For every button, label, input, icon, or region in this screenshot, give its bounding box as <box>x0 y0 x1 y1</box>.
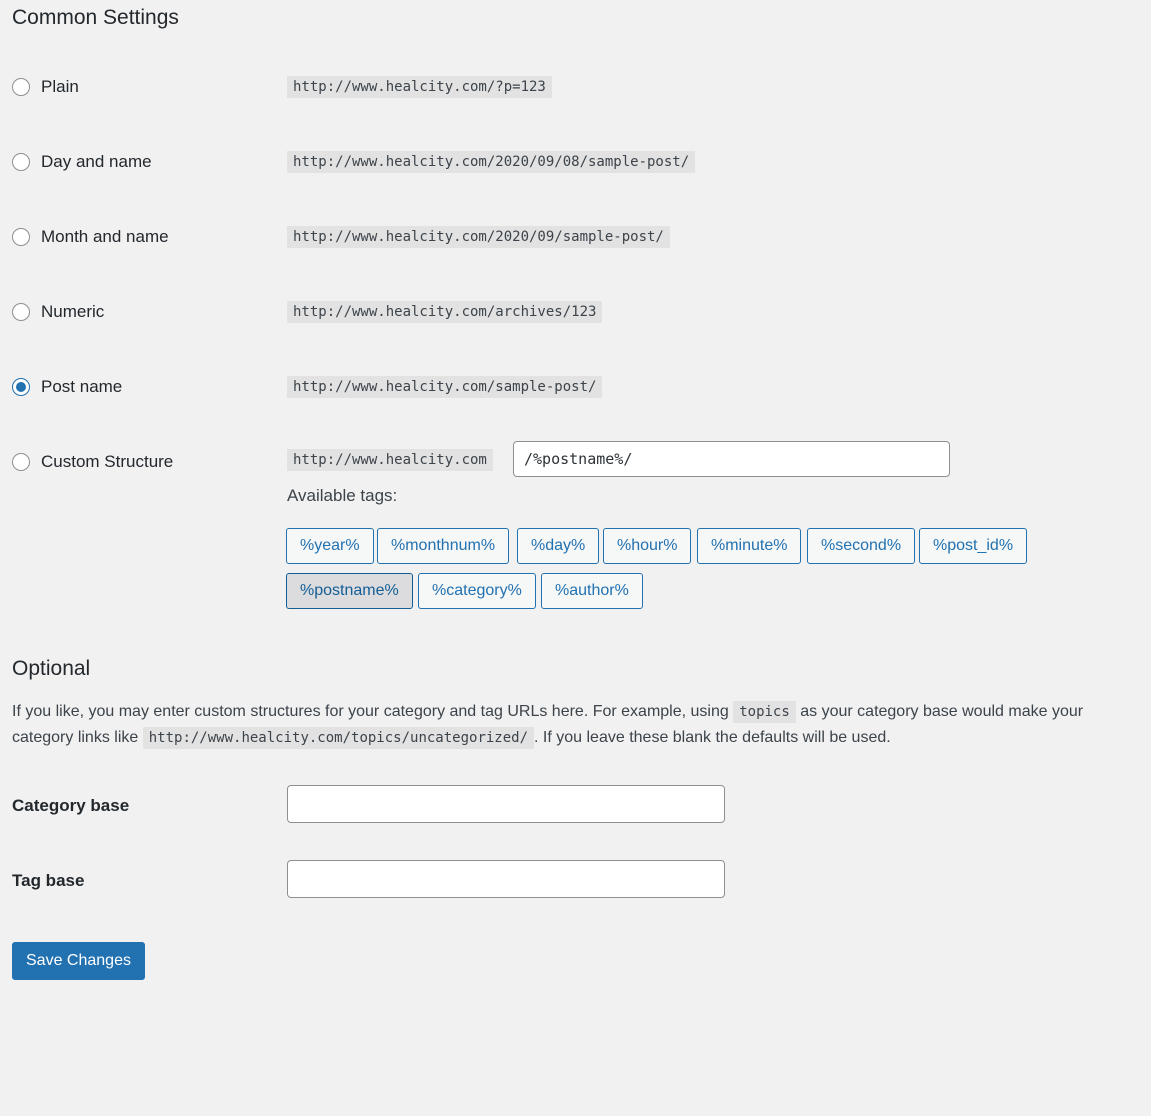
url-example-numeric: http://www.healcity.com/archives/123 <box>287 301 603 323</box>
tag-button-monthnum[interactable]: %monthnum% <box>377 528 510 564</box>
tag-button-hour[interactable]: %hour% <box>603 528 692 564</box>
tag-button-minute[interactable]: %minute% <box>697 528 802 564</box>
url-example-day-and-name: http://www.healcity.com/2020/09/08/sampl… <box>287 151 696 173</box>
option-numeric[interactable]: Numeric <box>12 300 104 324</box>
tag-button-year[interactable]: %year% <box>286 528 374 564</box>
option-label-numeric[interactable]: Numeric <box>41 302 104 322</box>
option-label-plain[interactable]: Plain <box>41 77 79 97</box>
tag-button-second[interactable]: %second% <box>807 528 916 564</box>
tag-base-input[interactable] <box>287 860 725 898</box>
desc-code-example-url: http://www.healcity.com/topics/uncategor… <box>142 727 535 749</box>
common-settings-heading: Common Settings <box>12 6 179 29</box>
option-label-custom-structure[interactable]: Custom Structure <box>41 452 173 472</box>
desc-text-1: If you like, you may enter custom struct… <box>12 703 729 720</box>
radio-custom-structure[interactable] <box>12 453 30 471</box>
option-custom-structure[interactable]: Custom Structure <box>12 450 173 474</box>
radio-month-and-name[interactable] <box>12 228 30 246</box>
save-changes-button[interactable]: Save Changes <box>12 942 145 980</box>
url-example-month-and-name: http://www.healcity.com/2020/09/sample-p… <box>287 226 670 248</box>
tag-base-label: Tag base <box>12 871 85 890</box>
option-label-month-and-name[interactable]: Month and name <box>41 227 169 247</box>
url-example-post-name: http://www.healcity.com/sample-post/ <box>287 376 603 398</box>
radio-day-and-name[interactable] <box>12 153 30 171</box>
desc-text-3: . If you leave these blank the defaults … <box>534 729 891 746</box>
url-example-plain: http://www.healcity.com/?p=123 <box>287 76 552 98</box>
tag-button-postname[interactable]: %postname% <box>286 573 413 609</box>
tag-button-post-id[interactable]: %post_id% <box>919 528 1028 564</box>
radio-numeric[interactable] <box>12 303 30 321</box>
option-post-name[interactable]: Post name <box>12 375 122 399</box>
option-label-day-and-name[interactable]: Day and name <box>41 152 152 172</box>
tag-button-category[interactable]: %category% <box>418 573 536 609</box>
tag-button-day[interactable]: %day% <box>517 528 600 564</box>
category-base-input[interactable] <box>287 785 725 823</box>
option-plain[interactable]: Plain <box>12 75 79 99</box>
desc-code-topics: topics <box>733 701 796 723</box>
optional-description: If you like, you may enter custom struct… <box>12 699 1122 751</box>
available-tags-label: Available tags: <box>287 486 398 505</box>
option-day-and-name[interactable]: Day and name <box>12 150 152 174</box>
option-month-and-name[interactable]: Month and name <box>12 225 169 249</box>
radio-plain[interactable] <box>12 78 30 96</box>
custom-structure-prefix: http://www.healcity.com <box>287 449 493 471</box>
tag-button-author[interactable]: %author% <box>541 573 643 609</box>
radio-post-name[interactable] <box>12 378 30 396</box>
optional-heading: Optional <box>12 657 91 680</box>
option-label-post-name[interactable]: Post name <box>41 377 122 397</box>
category-base-label: Category base <box>12 796 130 815</box>
permalink-settings-page: Common Settings Plain http://www.healcit… <box>0 0 1151 1116</box>
custom-structure-input[interactable] <box>513 441 950 477</box>
